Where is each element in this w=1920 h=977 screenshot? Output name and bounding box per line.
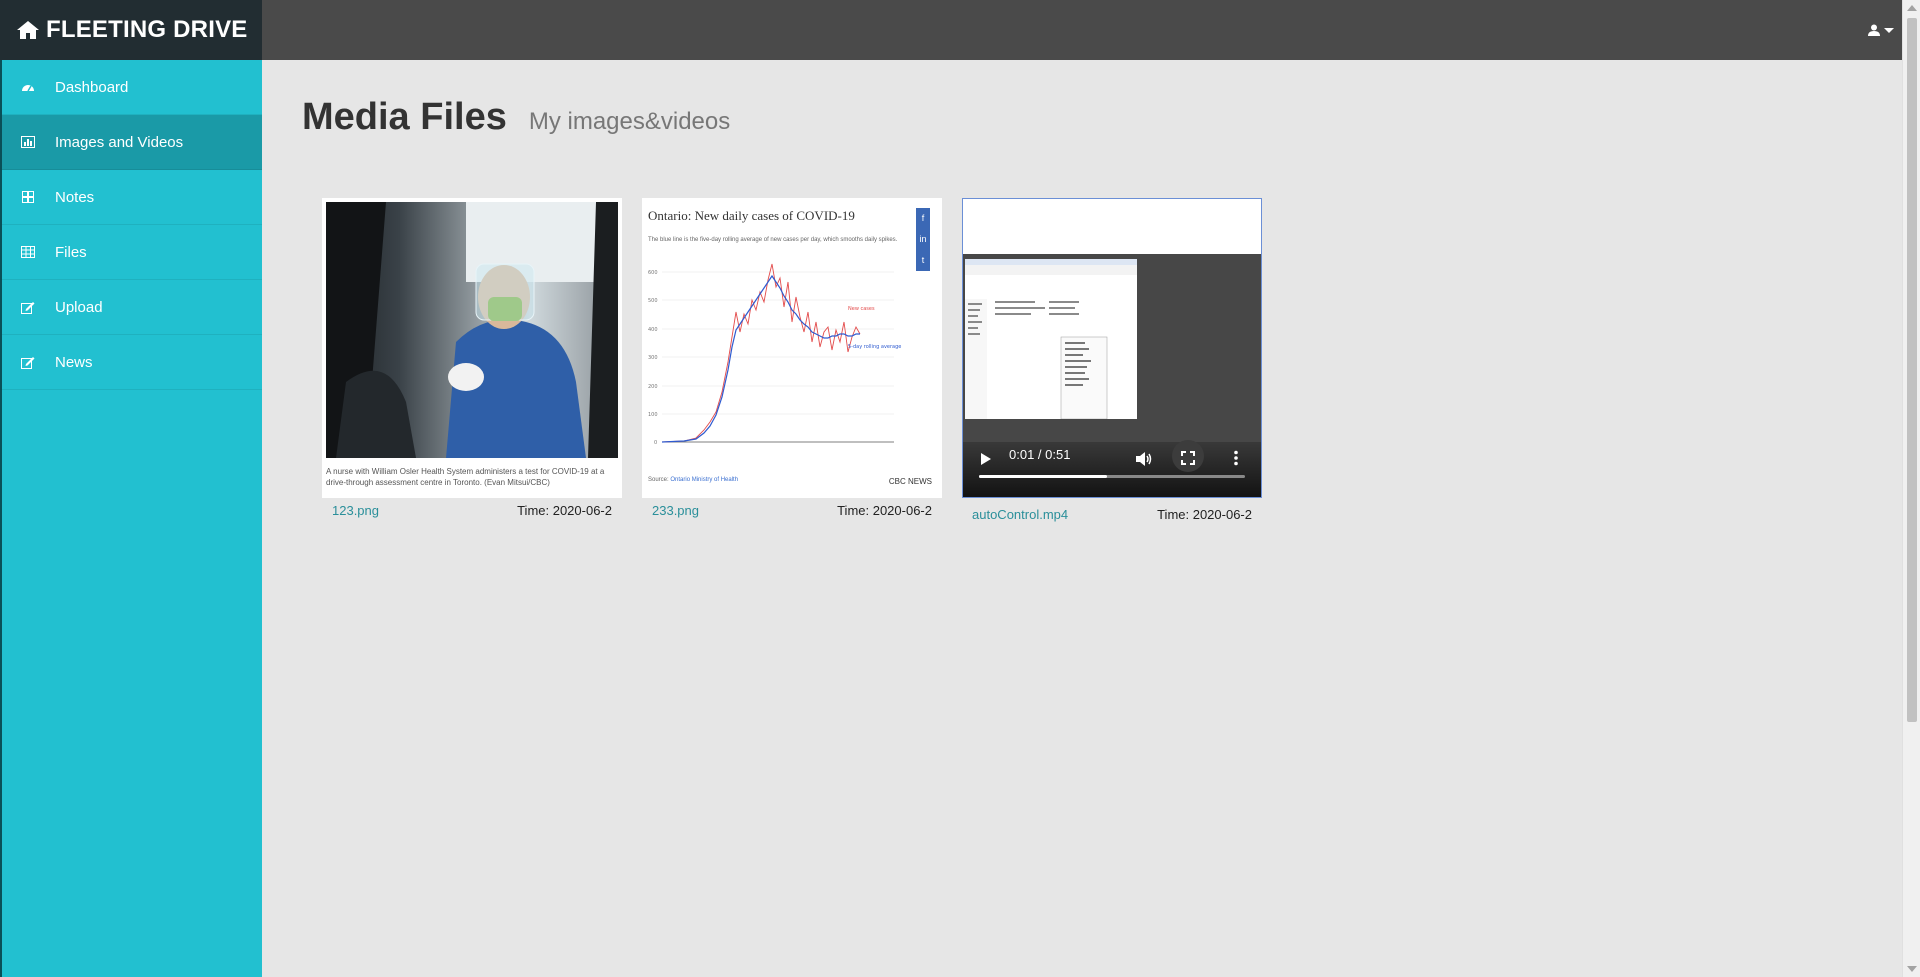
page-subtitle: My images&videos	[528, 108, 731, 135]
vertical-scrollbar[interactable]	[1902, 0, 1920, 977]
image-chart-subtitle: The blue line is the five-day rolling av…	[648, 237, 898, 243]
media-time: Time: 2020-06-2	[1157, 507, 1252, 522]
media-thumbnail[interactable]: Ontario: New daily cases of COVID-19 The…	[642, 198, 942, 498]
video-controls: 0:01 / 0:51	[963, 440, 1261, 497]
video-progress-bar[interactable]	[979, 475, 1245, 478]
svg-text:100: 100	[648, 412, 658, 418]
video-area[interactable]: 0:01 / 0:51	[963, 254, 1261, 497]
sidebar-item-images-and-videos[interactable]: Images and Videos	[2, 115, 262, 170]
media-caption: 123.png Time: 2020-06-2	[322, 498, 622, 518]
home-icon	[17, 21, 39, 39]
media-card: Ontario: New daily cases of COVID-19 The…	[642, 198, 942, 518]
sidebar-item-news[interactable]: News	[2, 335, 262, 390]
top-navbar: FLEETING DRIVE	[0, 0, 1902, 60]
page-title: Media Files	[302, 96, 507, 138]
user-menu-button[interactable]	[1868, 18, 1894, 42]
user-icon	[1868, 24, 1880, 36]
svg-text:600: 600	[648, 270, 658, 276]
photo-caption: A nurse with William Osler Health System…	[326, 467, 605, 487]
legend-new-cases: New cases	[848, 306, 875, 312]
video-time: 0:01 / 0:51	[1009, 447, 1071, 462]
edit-icon	[20, 354, 36, 370]
scroll-down-icon[interactable]	[1907, 966, 1917, 972]
image-chart-graphic: 600 500 400 300 200 100 0 New cases 5-day rol…	[648, 263, 901, 446]
chevron-down-icon	[1884, 27, 1894, 33]
linkedin-icon: in	[919, 234, 927, 244]
photo-image	[326, 202, 618, 458]
dashboard-icon	[20, 79, 36, 95]
video-progress-fill	[979, 475, 1107, 478]
fullscreen-icon[interactable]	[1181, 451, 1195, 465]
sidebar-item-label: News	[55, 353, 93, 371]
svg-text:400: 400	[648, 327, 658, 333]
media-card: A nurse with William Osler Health System…	[322, 198, 622, 518]
bar-chart-icon	[20, 134, 36, 150]
sidebar-item-label: Upload	[55, 298, 103, 316]
media-filename-link[interactable]: autoControl.mp4	[972, 507, 1068, 522]
scroll-up-icon[interactable]	[1907, 5, 1917, 11]
sidebar: Dashboard Images and Videos Notes Files …	[0, 60, 262, 977]
scrollbar-thumb[interactable]	[1907, 18, 1917, 722]
image-chart-title: Ontario: New daily cases of COVID-19	[648, 208, 855, 223]
sidebar-item-notes[interactable]: Notes	[2, 170, 262, 225]
media-filename-link[interactable]: 233.png	[652, 503, 699, 518]
sidebar-item-label: Notes	[55, 188, 95, 206]
video-frame	[965, 259, 1137, 419]
page-header: Media Files My images&videos	[302, 96, 730, 139]
volume-icon[interactable]	[1135, 451, 1153, 467]
notes-icon	[20, 189, 36, 205]
play-icon[interactable]	[980, 452, 992, 466]
sidebar-item-label: Files	[55, 243, 87, 261]
media-thumbnail[interactable]: A nurse with William Osler Health System…	[322, 198, 622, 498]
brand-logo[interactable]: FLEETING DRIVE	[0, 0, 262, 60]
brand-name: FLEETING DRIVE	[46, 16, 248, 43]
edit-icon	[20, 299, 36, 315]
sidebar-item-files[interactable]: Files	[2, 225, 262, 280]
sidebar-item-dashboard[interactable]: Dashboard	[2, 60, 262, 115]
image-chart-source: Source: Ontario Ministry of Health	[648, 477, 739, 483]
media-caption: autoControl.mp4 Time: 2020-06-2	[962, 498, 1262, 522]
media-time: Time: 2020-06-2	[517, 503, 612, 518]
sidebar-item-upload[interactable]: Upload	[2, 280, 262, 335]
legend-rolling-average: 5-day rolling average	[848, 344, 901, 350]
svg-text:0: 0	[654, 440, 657, 446]
media-caption: 233.png Time: 2020-06-2	[642, 498, 942, 518]
media-filename-link[interactable]: 123.png	[332, 503, 379, 518]
video-player[interactable]: 0:01 / 0:51	[962, 198, 1262, 498]
media-card: 0:01 / 0:51 autoControl.mp4 Time: 2020-0…	[962, 198, 1262, 522]
table-icon	[20, 244, 36, 260]
cbc-news-logo: CBC NEWS	[888, 477, 932, 486]
svg-text:200: 200	[648, 384, 658, 390]
svg-text:500: 500	[648, 298, 658, 304]
sidebar-item-label: Images and Videos	[55, 133, 184, 151]
more-options-icon[interactable]	[1233, 450, 1239, 466]
facebook-icon: f	[921, 213, 925, 223]
media-time: Time: 2020-06-2	[837, 503, 932, 518]
svg-text:300: 300	[648, 355, 658, 361]
sidebar-item-label: Dashboard	[55, 78, 129, 96]
